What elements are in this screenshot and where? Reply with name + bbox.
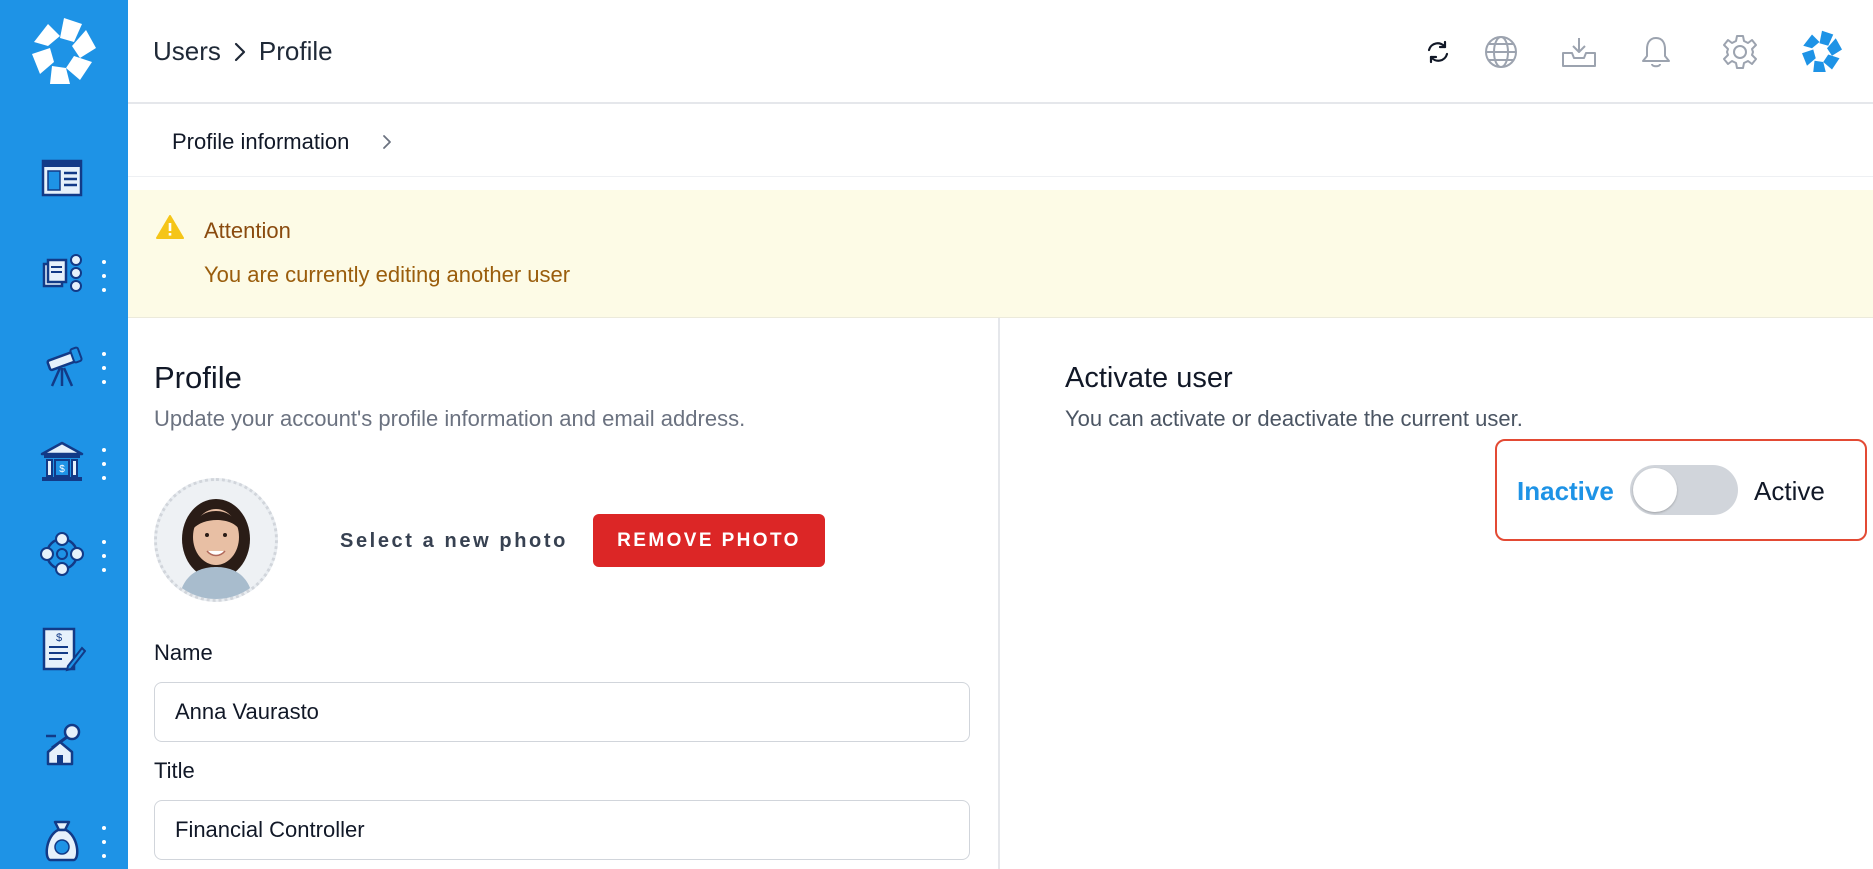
tab-label: Profile information [172,129,350,154]
refresh-icon [1427,40,1449,64]
avatar[interactable] [154,478,278,602]
invoice-edit-icon: $ [42,627,86,672]
active-label[interactable]: Active [1754,476,1825,507]
chevron-right-icon [383,135,392,149]
active-toggle-switch[interactable] [1630,465,1738,515]
inbox-download-icon [1562,38,1596,67]
topbar: Users Profile [128,0,1873,104]
name-label: Name [154,640,213,665]
activate-user-section: Activate user You can activate or deacti… [1000,318,1873,869]
property-key-icon [46,723,81,766]
globe-icon [1485,36,1517,68]
sidebar-item-bank[interactable]: $ [0,434,128,490]
tab-profile-information[interactable]: Profile information [172,129,397,155]
language-button[interactable] [1479,30,1523,74]
attention-alert: Attention You are currently editing anot… [128,190,1873,318]
more-options-icon[interactable] [100,448,108,480]
activate-heading: Activate user [1065,362,1233,394]
breadcrumb-profile: Profile [258,36,333,66]
more-options-icon[interactable] [100,826,108,858]
more-options-icon[interactable] [100,352,108,384]
dashboard-icon [41,159,83,197]
bell-icon [1642,37,1670,68]
profile-photo-icon [157,481,275,599]
tab-bar: Profile information [128,105,1873,177]
downloads-button[interactable] [1557,30,1601,74]
svg-text:$: $ [59,464,65,475]
remove-photo-button[interactable]: REMOVE PHOTO [593,514,825,567]
sidebar-item-documents[interactable] [0,246,128,302]
sidebar-item-invoices[interactable]: $ [0,622,128,678]
documents-currency-icon [42,254,82,292]
activate-description: You can activate or deactivate the curre… [1065,406,1523,431]
breadcrumb-users[interactable]: Users [153,36,221,67]
sidebar-item-property[interactable] [0,716,128,772]
avatar-logo-icon [1802,30,1842,72]
profile-description: Update your account's profile informatio… [154,406,746,431]
sidebar-item-exchange[interactable] [0,526,128,582]
sidebar-item-savings[interactable] [0,812,128,868]
gear-icon [1723,35,1757,69]
profile-section: Profile Update your account's profile in… [128,318,998,869]
profile-heading: Profile [154,360,242,395]
toggle-knob [1633,468,1677,512]
title-field[interactable]: Financial Controller [154,800,970,860]
name-field[interactable]: Anna Vaurasto [154,682,970,742]
more-options-icon[interactable] [100,260,108,292]
user-menu-button[interactable] [1796,26,1848,78]
settings-button[interactable] [1718,30,1762,74]
sidebar: $ $ [0,0,128,869]
breadcrumb: Users Profile [153,36,333,67]
warning-icon [156,215,184,239]
alert-message: You are currently editing another user [204,262,571,287]
money-bag-icon [45,820,79,862]
refresh-button[interactable] [1416,30,1460,74]
inactive-label[interactable]: Inactive [1517,476,1614,507]
bank-icon: $ [40,441,84,481]
app-logo-icon[interactable] [26,12,102,92]
svg-text:$: $ [56,632,62,644]
activation-toggle-group: Inactive Active [1495,439,1867,541]
more-options-icon[interactable] [100,540,108,572]
sidebar-item-explore[interactable] [0,338,128,394]
app-root: $ $ Users Profile Profile information At… [0,0,1873,869]
title-label: Title [154,758,195,783]
notifications-button[interactable] [1634,30,1678,74]
telescope-icon [46,346,83,387]
sidebar-item-dashboard[interactable] [0,150,128,206]
currency-exchange-icon [40,532,84,576]
select-photo-button[interactable]: Select a new photo [340,530,568,553]
chevron-right-icon [234,42,246,61]
alert-title: Attention [204,218,291,243]
